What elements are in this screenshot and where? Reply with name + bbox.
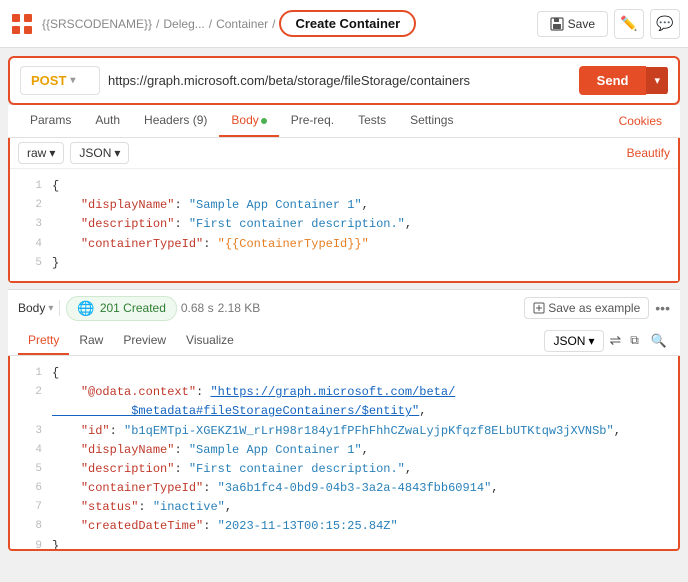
resp-line-8: 8 "createdDateTime": "2023-11-13T00:15:2… <box>10 517 678 536</box>
resp-tab-visualize[interactable]: Visualize <box>176 327 244 355</box>
method-select[interactable]: POST ▾ <box>20 66 100 95</box>
code-line-2: 2 "displayName": "Sample App Container 1… <box>10 196 678 215</box>
code-line-4: 4 "containerTypeId": "{{ContainerTypeId}… <box>10 235 678 254</box>
top-bar: {{SRSCODENAME}} / Deleg... / Container /… <box>0 0 688 48</box>
status-badge[interactable]: 🌐 201 Created <box>66 296 176 321</box>
tab-prereq[interactable]: Pre-req. <box>279 105 346 137</box>
editor-toolbar: raw ▾ JSON ▾ Beautify <box>10 138 678 169</box>
response-editor[interactable]: 1 { 2 "@odata.context": "https://graph.m… <box>8 356 680 551</box>
breadcrumb-item-2[interactable]: Deleg... <box>163 17 204 31</box>
method-label: POST <box>31 73 66 88</box>
breadcrumb-item-1[interactable]: {{SRSCODENAME}} <box>42 17 152 31</box>
response-tabs-right: JSON ▾ ⇌ ⧉ 🔍 <box>544 330 670 352</box>
divider-1 <box>59 300 60 316</box>
request-tabs-bar: Params Auth Headers (9) Body Pre-req. Te… <box>8 105 680 138</box>
more-options-button[interactable]: ••• <box>655 300 670 316</box>
breadcrumb: {{SRSCODENAME}} / Deleg... / Container /… <box>42 10 531 37</box>
format-raw-label: raw <box>27 146 46 160</box>
copy-icon[interactable]: ⧉ <box>627 330 642 351</box>
save-button[interactable]: Save <box>537 11 608 37</box>
resp-line-2: 2 "@odata.context": "https://graph.micro… <box>10 383 678 421</box>
resp-tab-raw[interactable]: Raw <box>69 327 113 355</box>
tab-settings[interactable]: Settings <box>398 105 465 137</box>
response-format-label: JSON <box>553 334 585 348</box>
code-line-3: 3 "description": "First container descri… <box>10 215 678 234</box>
request-code-editor[interactable]: 1 { 2 "displayName": "Sample App Contain… <box>10 169 678 281</box>
beautify-button[interactable]: Beautify <box>627 146 670 160</box>
tab-body[interactable]: Body <box>219 105 278 137</box>
save-example-label: Save as example <box>548 301 640 315</box>
body-response-select[interactable]: Body ▾ <box>18 301 53 315</box>
resp-tab-pretty[interactable]: Pretty <box>18 327 69 355</box>
body-editor: raw ▾ JSON ▾ Beautify 1 { 2 "displayName… <box>8 138 680 283</box>
resp-line-5: 5 "description": "First container descri… <box>10 460 678 479</box>
editor-toolbar-left: raw ▾ JSON ▾ <box>18 142 129 164</box>
tab-params[interactable]: Params <box>18 105 83 137</box>
request-bar: POST ▾ Send ▾ <box>8 56 680 105</box>
filter-icon[interactable]: ⇌ <box>610 332 622 349</box>
resp-line-1: 1 { <box>10 364 678 383</box>
active-tab-label[interactable]: Create Container <box>279 10 416 37</box>
status-code: 201 Created <box>100 301 166 315</box>
code-line-5: 5 } <box>10 254 678 273</box>
resp-line-6: 6 "containerTypeId": "3a6b1fc4-0bd9-04b3… <box>10 479 678 498</box>
resp-line-3: 3 "id": "b1qEMTpi-XGEKZ1W_rLrH98r184y1fP… <box>10 422 678 441</box>
response-bar-left: Body ▾ 🌐 201 Created 0.68 s 2.18 KB <box>18 296 260 321</box>
search-icon[interactable]: 🔍 <box>648 330 670 352</box>
response-tabs-left: Pretty Raw Preview Visualize <box>18 327 244 355</box>
resp-tab-preview[interactable]: Preview <box>113 327 176 355</box>
code-line-1: 1 { <box>10 177 678 196</box>
response-code-editor: 1 { 2 "@odata.context": "https://graph.m… <box>10 356 678 551</box>
globe-icon: 🌐 <box>77 300 94 317</box>
send-button-group: Send ▾ <box>579 66 668 95</box>
response-size: 2.18 KB <box>218 301 261 315</box>
format-json-chevron-icon: ▾ <box>114 146 120 160</box>
request-tabs-left: Params Auth Headers (9) Body Pre-req. Te… <box>18 105 465 137</box>
method-chevron-icon: ▾ <box>70 75 75 86</box>
send-dropdown-button[interactable]: ▾ <box>646 67 668 94</box>
cookies-link[interactable]: Cookies <box>611 106 670 136</box>
resp-line-4: 4 "displayName": "Sample App Container 1… <box>10 441 678 460</box>
top-bar-actions: Save ✏️ 💬 <box>537 9 680 39</box>
format-raw-chevron-icon: ▾ <box>49 146 55 160</box>
response-bar: Body ▾ 🌐 201 Created 0.68 s 2.18 KB Save… <box>8 289 680 327</box>
app-logo <box>8 10 36 38</box>
format-json-label: JSON <box>79 146 111 160</box>
response-tabs-bar: Pretty Raw Preview Visualize JSON ▾ ⇌ ⧉ … <box>8 327 680 356</box>
tab-auth[interactable]: Auth <box>83 105 132 137</box>
response-bar-right: Save as example ••• <box>524 297 670 319</box>
resp-line-9: 9 } <box>10 537 678 551</box>
response-format-select[interactable]: JSON ▾ <box>544 330 603 352</box>
save-label: Save <box>568 17 595 31</box>
save-example-button[interactable]: Save as example <box>524 297 649 319</box>
resp-line-7: 7 "status": "inactive", <box>10 498 678 517</box>
format-raw-select[interactable]: raw ▾ <box>18 142 64 164</box>
tab-headers[interactable]: Headers (9) <box>132 105 219 137</box>
breadcrumb-item-3[interactable]: Container <box>216 17 268 31</box>
comment-button[interactable]: 💬 <box>650 9 680 39</box>
response-time: 0.68 s <box>181 301 214 315</box>
edit-button[interactable]: ✏️ <box>614 9 644 39</box>
response-format-chevron-icon: ▾ <box>588 334 594 348</box>
format-json-select[interactable]: JSON ▾ <box>70 142 129 164</box>
tab-tests[interactable]: Tests <box>346 105 398 137</box>
send-main-button[interactable]: Send <box>579 66 647 95</box>
body-response-chevron-icon: ▾ <box>48 303 53 314</box>
url-input[interactable] <box>108 73 571 88</box>
body-response-label: Body <box>18 301 45 315</box>
